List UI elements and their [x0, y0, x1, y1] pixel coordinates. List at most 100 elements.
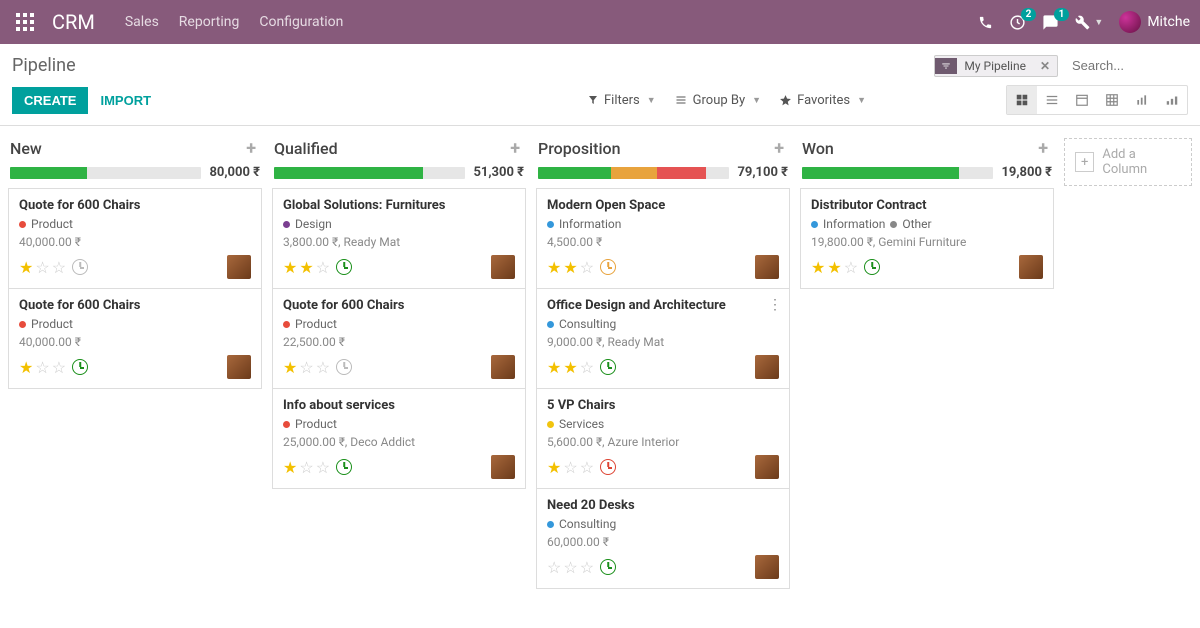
messages-icon[interactable]: 1 [1042, 14, 1059, 31]
column-add-icon[interactable]: + [246, 138, 256, 159]
activity-clock-icon[interactable] [600, 359, 616, 375]
star-icon[interactable]: ☆ [547, 558, 561, 577]
search-input[interactable] [1068, 54, 1188, 77]
nav-link-configuration[interactable]: Configuration [259, 14, 343, 30]
app-brand[interactable]: CRM [52, 10, 95, 34]
priority-stars[interactable]: ★★☆ [283, 258, 352, 277]
column-add-icon[interactable]: + [1038, 138, 1048, 159]
activity-clock-icon[interactable] [600, 259, 616, 275]
star-icon[interactable]: ☆ [299, 458, 313, 477]
activity-clock-icon[interactable] [600, 559, 616, 575]
nav-link-sales[interactable]: Sales [125, 14, 159, 30]
activity-icon[interactable]: 2 [1009, 14, 1026, 31]
star-icon[interactable]: ☆ [563, 558, 577, 577]
priority-stars[interactable]: ★★☆ [811, 258, 880, 277]
star-icon[interactable]: ☆ [580, 258, 594, 277]
nav-link-reporting[interactable]: Reporting [179, 14, 240, 30]
star-icon[interactable]: ★ [827, 258, 841, 277]
assignee-avatar[interactable] [491, 255, 515, 279]
star-icon[interactable]: ☆ [580, 558, 594, 577]
kanban-card[interactable]: Modern Open SpaceInformation4,500.00 ₹★★… [536, 188, 790, 288]
kanban-card[interactable]: Need 20 DesksConsulting60,000.00 ₹☆☆☆ [536, 488, 790, 589]
kanban-card[interactable]: Quote for 600 ChairsProduct22,500.00 ₹★☆… [272, 288, 526, 388]
star-icon[interactable]: ★ [283, 358, 297, 377]
assignee-avatar[interactable] [227, 355, 251, 379]
activity-clock-icon[interactable] [72, 259, 88, 275]
star-icon[interactable]: ☆ [316, 258, 330, 277]
activity-clock-icon[interactable] [336, 359, 352, 375]
view-activity[interactable] [1157, 86, 1187, 114]
priority-stars[interactable]: ★☆☆ [283, 358, 352, 377]
star-icon[interactable]: ☆ [35, 358, 49, 377]
star-icon[interactable]: ☆ [844, 258, 858, 277]
star-icon[interactable]: ★ [563, 358, 577, 377]
progress-bar[interactable] [10, 167, 201, 179]
kanban-card[interactable]: Quote for 600 ChairsProduct40,000.00 ₹★☆… [8, 188, 262, 288]
filters-dropdown[interactable]: Filters▼ [587, 93, 656, 108]
activity-clock-icon[interactable] [336, 459, 352, 475]
view-pivot[interactable] [1097, 86, 1127, 114]
star-icon[interactable]: ☆ [35, 258, 49, 277]
star-icon[interactable]: ★ [283, 258, 297, 277]
kanban-card[interactable]: Distributor ContractInformationOther19,8… [800, 188, 1054, 289]
apps-icon[interactable] [16, 13, 34, 31]
star-icon[interactable]: ☆ [316, 358, 330, 377]
view-graph[interactable] [1127, 86, 1157, 114]
assignee-avatar[interactable] [491, 355, 515, 379]
priority-stars[interactable]: ☆☆☆ [547, 558, 616, 577]
assignee-avatar[interactable] [491, 455, 515, 479]
star-icon[interactable]: ★ [547, 258, 561, 277]
kanban-card[interactable]: Global Solutions: FurnituresDesign3,800.… [272, 188, 526, 288]
star-icon[interactable]: ☆ [563, 458, 577, 477]
activity-clock-icon[interactable] [600, 459, 616, 475]
view-calendar[interactable] [1067, 86, 1097, 114]
settings-icon[interactable]: ▼ [1075, 15, 1103, 30]
star-icon[interactable]: ★ [19, 358, 33, 377]
star-icon[interactable]: ★ [283, 458, 297, 477]
kanban-card[interactable]: Info about servicesProduct25,000.00 ₹, D… [272, 388, 526, 489]
progress-bar[interactable] [274, 167, 465, 179]
priority-stars[interactable]: ★★☆ [547, 358, 616, 377]
card-menu-icon[interactable]: ⋮ [768, 297, 781, 313]
kanban-card[interactable]: 5 VP ChairsServices5,600.00 ₹, Azure Int… [536, 388, 790, 488]
star-icon[interactable]: ★ [547, 358, 561, 377]
star-icon[interactable]: ☆ [52, 358, 66, 377]
filter-tag-close[interactable]: ✕ [1033, 56, 1057, 76]
column-add-icon[interactable]: + [774, 138, 784, 159]
assignee-avatar[interactable] [755, 355, 779, 379]
assignee-avatar[interactable] [755, 255, 779, 279]
activity-clock-icon[interactable] [864, 259, 880, 275]
star-icon[interactable]: ☆ [299, 358, 313, 377]
star-icon[interactable]: ☆ [580, 458, 594, 477]
star-icon[interactable]: ☆ [316, 458, 330, 477]
favorites-dropdown[interactable]: Favorites▼ [779, 93, 866, 108]
assignee-avatar[interactable] [227, 255, 251, 279]
progress-bar[interactable] [802, 167, 993, 179]
activity-clock-icon[interactable] [336, 259, 352, 275]
view-kanban[interactable] [1007, 86, 1037, 114]
star-icon[interactable]: ★ [811, 258, 825, 277]
view-list[interactable] [1037, 86, 1067, 114]
star-icon[interactable]: ☆ [580, 358, 594, 377]
user-menu[interactable]: Mitche [1119, 11, 1190, 33]
progress-bar[interactable] [538, 167, 729, 179]
kanban-card[interactable]: ⋮Office Design and ArchitectureConsultin… [536, 288, 790, 388]
column-add-icon[interactable]: + [510, 138, 520, 159]
add-column-button[interactable]: +Add a Column [1064, 138, 1192, 186]
assignee-avatar[interactable] [755, 455, 779, 479]
priority-stars[interactable]: ★☆☆ [547, 458, 616, 477]
assignee-avatar[interactable] [755, 555, 779, 579]
phone-icon[interactable] [978, 15, 993, 30]
priority-stars[interactable]: ★☆☆ [283, 458, 352, 477]
star-icon[interactable]: ★ [299, 258, 313, 277]
star-icon[interactable]: ★ [563, 258, 577, 277]
priority-stars[interactable]: ★☆☆ [19, 358, 88, 377]
priority-stars[interactable]: ★★☆ [547, 258, 616, 277]
kanban-card[interactable]: Quote for 600 ChairsProduct40,000.00 ₹★☆… [8, 288, 262, 389]
star-icon[interactable]: ★ [547, 458, 561, 477]
priority-stars[interactable]: ★☆☆ [19, 258, 88, 277]
create-button[interactable]: CREATE [12, 87, 88, 114]
active-filter-tag[interactable]: My Pipeline ✕ [934, 55, 1058, 77]
groupby-dropdown[interactable]: Group By▼ [674, 93, 761, 108]
assignee-avatar[interactable] [1019, 255, 1043, 279]
